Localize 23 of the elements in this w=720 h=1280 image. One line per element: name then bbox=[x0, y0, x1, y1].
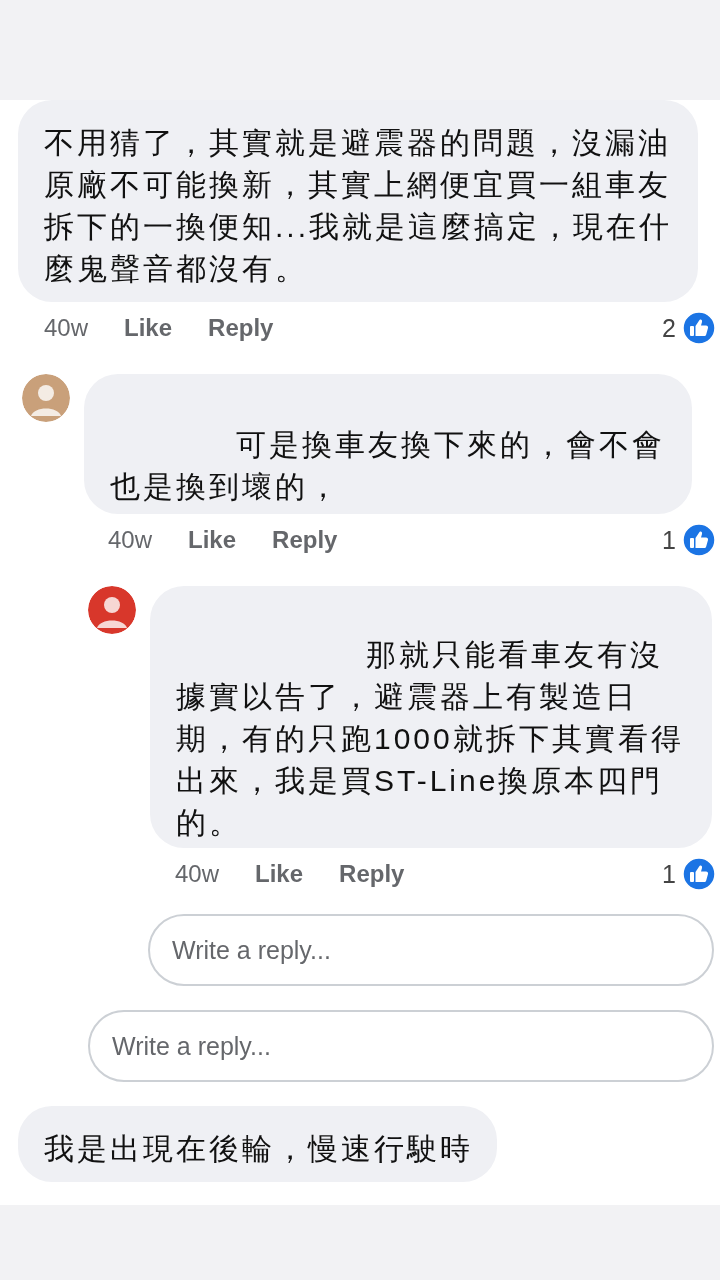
comment-text: 我是出現在後輪，慢速行駛時 bbox=[44, 1131, 473, 1167]
thumbs-up-icon[interactable] bbox=[682, 523, 716, 557]
like-link[interactable]: Like bbox=[255, 860, 304, 888]
comment-text: 那就只能看車友有沒據實以告了，避震器上有製造日期，有的只跑1000就拆下其實看得出來，我是買ST-Line換原本四門的。 bbox=[176, 637, 685, 841]
avatar-icon[interactable] bbox=[22, 374, 70, 422]
reaction-count: 1 bbox=[662, 859, 676, 889]
comment-text: 不用猜了，其實就是避震器的問題，沒漏油原廠不可能換新，其實上網便宜買一組車友拆下的一換便知...我就是這麼搞定，現在什麼鬼聲音都沒有。 bbox=[44, 125, 673, 287]
like-link[interactable]: Like bbox=[124, 314, 173, 342]
thumbs-up-icon[interactable] bbox=[682, 857, 716, 891]
like-link[interactable]: Like bbox=[188, 526, 237, 554]
timestamp: 40w bbox=[44, 314, 89, 342]
thumbs-up-icon[interactable] bbox=[682, 311, 716, 345]
reply-link[interactable]: Reply bbox=[272, 526, 338, 554]
reaction-count: 2 bbox=[662, 313, 676, 343]
reply-field[interactable]: Write a reply... bbox=[148, 914, 714, 986]
timestamp: 40w bbox=[108, 526, 153, 554]
comment-text: 可是換車友換下來的，會不會也是換到壞的， bbox=[110, 427, 666, 505]
reply-field[interactable]: Write a reply... bbox=[88, 1010, 714, 1082]
reply-link[interactable]: Reply bbox=[208, 314, 274, 342]
reaction-count: 1 bbox=[662, 525, 676, 555]
avatar-icon[interactable] bbox=[88, 586, 136, 634]
timestamp: 40w bbox=[175, 860, 220, 888]
reply-link[interactable]: Reply bbox=[339, 860, 405, 888]
